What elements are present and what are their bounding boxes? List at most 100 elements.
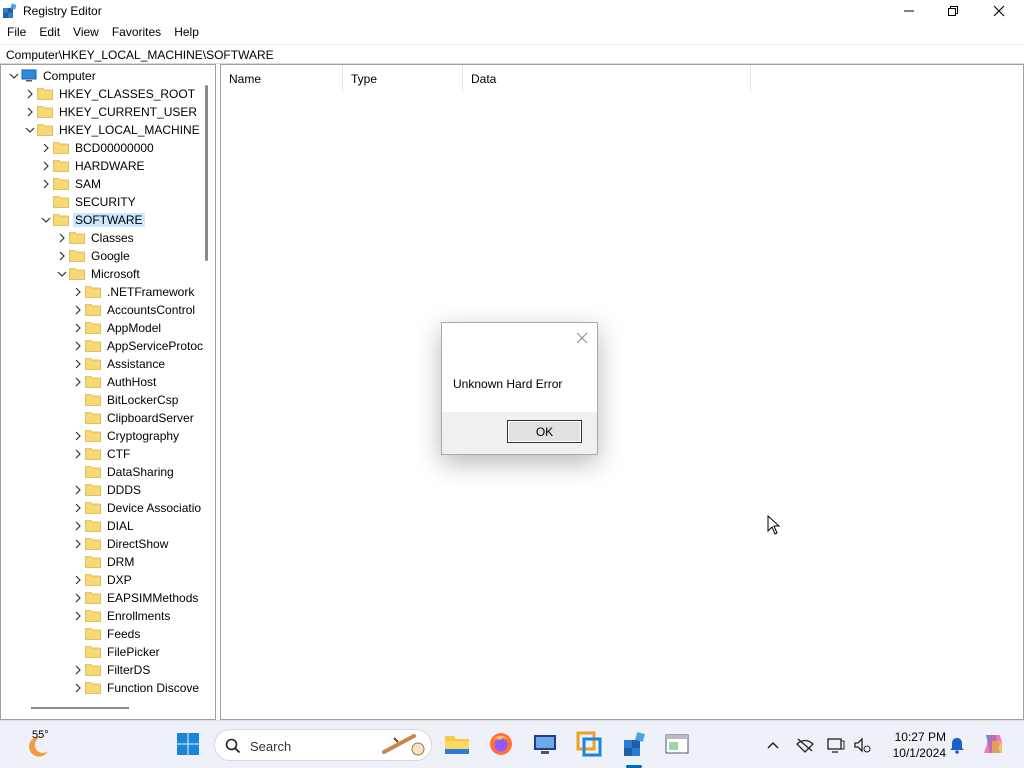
tree-node[interactable]: HKEY_CURRENT_USER	[1, 103, 201, 121]
taskbar-clock[interactable]: 10:27 PM 10/1/2024	[880, 729, 946, 761]
tree-node[interactable]: AppModel	[1, 319, 201, 337]
dialog-close-icon[interactable]	[575, 331, 589, 345]
chevron-right-icon[interactable]	[73, 449, 83, 459]
tree-node[interactable]: Assistance	[1, 355, 201, 373]
chevron-right-icon[interactable]	[73, 431, 83, 441]
tree-node[interactable]: Classes	[1, 229, 201, 247]
chevron-right-icon[interactable]	[57, 233, 67, 243]
close-button[interactable]	[976, 0, 1022, 22]
tree-node[interactable]: CTF	[1, 445, 201, 463]
tree-node[interactable]: DirectShow	[1, 535, 201, 553]
tree-node[interactable]: EAPSIMMethods	[1, 589, 201, 607]
taskbar-firefox[interactable]	[486, 729, 516, 759]
tree-node[interactable]: AccountsControl	[1, 301, 201, 319]
folder-icon	[85, 646, 101, 658]
tree-vertical-scrollbar[interactable]	[205, 85, 208, 261]
tree-node[interactable]: AppServiceProtoc	[1, 337, 203, 355]
taskbar-remote-desktop[interactable]	[530, 729, 560, 759]
restore-button[interactable]	[930, 0, 976, 22]
chevron-right-icon[interactable]	[73, 503, 83, 513]
taskbar-file-explorer[interactable]	[442, 729, 472, 759]
tree-node[interactable]: ClipboardServer	[1, 409, 201, 427]
chevron-right-icon[interactable]	[73, 305, 83, 315]
chevron-right-icon[interactable]	[41, 179, 51, 189]
menu-view[interactable]: View	[66, 23, 105, 43]
tree-node[interactable]: FilePicker	[1, 643, 201, 661]
chevron-right-icon[interactable]	[25, 107, 35, 117]
minimize-button[interactable]	[886, 0, 932, 22]
chevron-right-icon[interactable]	[73, 665, 83, 675]
chevron-right-icon[interactable]	[41, 161, 51, 171]
chevron-up-icon[interactable]	[763, 735, 783, 755]
tree-node[interactable]: SOFTWARE	[1, 211, 201, 229]
volume-sync-icon[interactable]	[852, 735, 872, 755]
column-header-data[interactable]: Data	[463, 65, 751, 91]
menu-file[interactable]: File	[0, 23, 32, 43]
tree-horizontal-scrollbar[interactable]	[31, 707, 129, 709]
chevron-down-icon[interactable]	[9, 71, 19, 81]
tree-node-label: AccountsControl	[107, 303, 196, 317]
chevron-right-icon[interactable]	[25, 89, 35, 99]
column-header-type[interactable]: Type	[343, 65, 463, 91]
taskbar-error-window[interactable]	[662, 729, 692, 759]
tree-node[interactable]: DIAL	[1, 517, 201, 535]
tree-node[interactable]: Enrollments	[1, 607, 201, 625]
chevron-right-icon[interactable]	[73, 539, 83, 549]
registry-tree[interactable]: Computer HKEY_CLASSES_ROOT HKEY_CURRENT_US…	[0, 64, 216, 720]
taskbar-search[interactable]: Search	[214, 729, 432, 761]
tree-node[interactable]: FilterDS	[1, 661, 201, 679]
chevron-right-icon[interactable]	[73, 611, 83, 621]
chevron-down-icon[interactable]	[57, 269, 67, 279]
tree-node[interactable]: BitLockerCsp	[1, 391, 201, 409]
tree-node[interactable]: Google	[1, 247, 201, 265]
tree-node[interactable]: Cryptography	[1, 427, 201, 445]
chevron-right-icon[interactable]	[73, 341, 83, 351]
chevron-right-icon[interactable]	[73, 377, 83, 387]
chevron-right-icon[interactable]	[73, 323, 83, 333]
display-icon[interactable]	[826, 735, 846, 755]
tree-node[interactable]: AuthHost	[1, 373, 201, 391]
tree-node[interactable]: SAM	[1, 175, 201, 193]
chevron-right-icon[interactable]	[73, 575, 83, 585]
chevron-right-icon[interactable]	[41, 143, 51, 153]
chevron-down-icon[interactable]	[41, 215, 51, 225]
network-off-icon[interactable]	[795, 735, 815, 755]
tree-node[interactable]: DXP	[1, 571, 201, 589]
menu-help[interactable]: Help	[167, 23, 205, 43]
tree-node[interactable]: DataSharing	[1, 463, 201, 481]
column-header-name[interactable]: Name	[221, 65, 343, 91]
tree-node[interactable]: HARDWARE	[1, 157, 201, 175]
copilot-icon[interactable]	[980, 731, 1006, 757]
chevron-right-icon[interactable]	[73, 521, 83, 531]
chevron-right-icon[interactable]	[73, 485, 83, 495]
tree-node-label: EAPSIMMethods	[107, 591, 199, 605]
tree-node[interactable]: Microsoft	[1, 265, 201, 283]
taskbar-registry-editor[interactable]	[619, 729, 649, 759]
tree-node[interactable]: Feeds	[1, 625, 201, 643]
chevron-right-icon[interactable]	[73, 287, 83, 297]
tree-node[interactable]: Computer	[1, 67, 201, 85]
taskbar-virtual-machine[interactable]	[574, 729, 604, 759]
notification-bell-icon[interactable]	[947, 735, 967, 755]
chevron-down-icon[interactable]	[25, 125, 35, 135]
chevron-right-icon[interactable]	[73, 683, 83, 693]
start-button[interactable]	[173, 729, 203, 759]
tree-node[interactable]: BCD00000000	[1, 139, 201, 157]
chevron-right-icon[interactable]	[57, 251, 67, 261]
menu-favorites[interactable]: Favorites	[105, 23, 167, 43]
tree-node[interactable]: .NETFramework	[1, 283, 201, 301]
tree-node[interactable]: Function Discove	[1, 679, 201, 697]
values-list[interactable]: Name Type Data	[220, 64, 1024, 720]
tree-node[interactable]: SECURITY	[1, 193, 201, 211]
tree-node[interactable]: DRM	[1, 553, 201, 571]
tree-node[interactable]: HKEY_CLASSES_ROOT	[1, 85, 201, 103]
tree-node[interactable]: Device Associatio	[1, 499, 201, 517]
ok-button[interactable]: OK	[507, 420, 582, 443]
chevron-right-icon[interactable]	[73, 593, 83, 603]
chevron-right-icon[interactable]	[73, 359, 83, 369]
tree-node[interactable]: DDDS	[1, 481, 201, 499]
tree-node-label: .NETFramework	[107, 285, 195, 299]
tree-node[interactable]: HKEY_LOCAL_MACHINE	[1, 121, 201, 139]
address-bar[interactable]: Computer\HKEY_LOCAL_MACHINE\SOFTWARE	[0, 44, 1024, 64]
menu-edit[interactable]: Edit	[32, 23, 66, 43]
